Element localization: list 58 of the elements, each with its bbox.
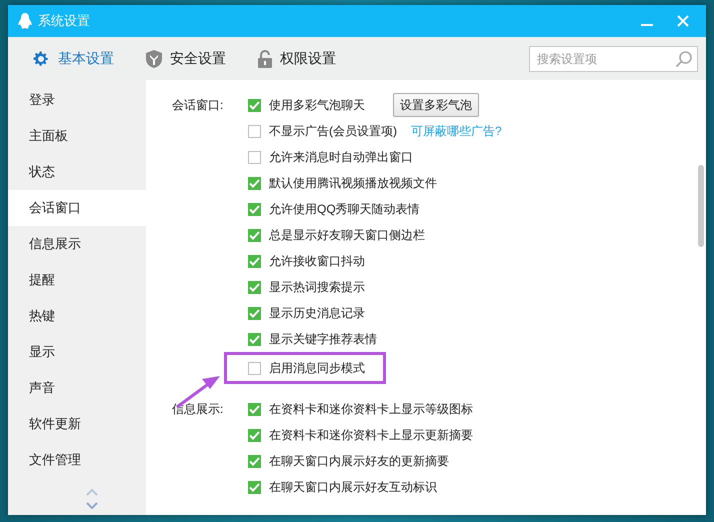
sidebar-item[interactable]: 热键 xyxy=(8,298,146,334)
sidebar-item[interactable]: 信息展示 xyxy=(8,226,146,262)
minimize-icon xyxy=(641,24,653,26)
checkbox-label: 显示热词搜索提示 xyxy=(269,278,365,296)
checkbox[interactable] xyxy=(248,228,261,242)
checkbox-label: 在资料卡和迷你资料卡上显示更新摘要 xyxy=(269,426,473,444)
sidebar-item[interactable]: 会话窗口 xyxy=(8,190,146,226)
sidebar-item[interactable]: 主面板 xyxy=(8,118,146,154)
checkbox[interactable] xyxy=(248,402,261,416)
sidebar-item[interactable]: 文件管理 xyxy=(8,442,146,478)
checkbox[interactable] xyxy=(248,362,261,374)
checkbox[interactable] xyxy=(248,306,261,320)
checkbox[interactable] xyxy=(248,150,261,164)
checkbox[interactable] xyxy=(248,280,261,294)
checkbox[interactable] xyxy=(248,332,261,346)
shield-icon xyxy=(146,50,162,68)
checkbox[interactable] xyxy=(248,454,261,468)
tab[interactable]: 权限设置 xyxy=(252,44,342,74)
sidebar-item[interactable]: 软件更新 xyxy=(8,406,146,442)
sidebar-item[interactable]: 提醒 xyxy=(8,262,146,298)
sidebar-item[interactable]: 登录 xyxy=(8,82,146,118)
checkbox-label: 在资料卡和迷你资料卡上显示等级图标 xyxy=(269,400,473,418)
bubble-settings-button[interactable]: 设置多彩气泡 xyxy=(393,93,479,117)
window-title: 系统设置 xyxy=(38,12,91,30)
checkbox[interactable] xyxy=(248,480,261,494)
checkbox[interactable] xyxy=(248,124,261,138)
checkbox-label: 不显示广告(会员设置项) xyxy=(269,122,397,140)
search-field[interactable]: 搜索设置项 xyxy=(529,46,698,72)
sidebar-item[interactable]: 声音 xyxy=(8,370,146,406)
checkbox[interactable] xyxy=(248,202,261,216)
checkbox-label: 允许接收窗口抖动 xyxy=(269,252,365,270)
sidebar-item[interactable]: 显示 xyxy=(8,334,146,370)
scrollbar-thumb[interactable] xyxy=(698,165,704,247)
checkbox-label: 启用消息同步模式 xyxy=(269,360,365,376)
checkbox-label: 允许使用QQ秀聊天随动表情 xyxy=(269,200,420,218)
checkbox-label: 使用多彩气泡聊天 xyxy=(269,96,365,114)
tab[interactable]: 基本设置 xyxy=(26,44,120,74)
tab[interactable]: 安全设置 xyxy=(140,44,232,74)
checkbox-label: 默认使用腾讯视频播放视频文件 xyxy=(269,174,437,192)
penguin-icon xyxy=(18,13,32,29)
checkbox[interactable] xyxy=(248,176,261,190)
search-icon[interactable] xyxy=(675,50,693,68)
checkbox-label: 允许来消息时自动弹出窗口 xyxy=(269,148,413,166)
checkbox[interactable] xyxy=(248,428,261,442)
scroll-down-icon[interactable] xyxy=(86,502,98,509)
checkbox-label: 显示关键字推荐表情 xyxy=(269,330,377,348)
close-icon xyxy=(677,15,689,27)
settings-icon xyxy=(32,50,50,68)
lock-icon xyxy=(258,50,272,68)
checkbox[interactable] xyxy=(248,254,261,268)
checkbox-label: 总是显示好友聊天窗口侧边栏 xyxy=(269,226,425,244)
checkbox-label: 在聊天窗口内展示好友互动标识 xyxy=(269,478,437,496)
section-label: 会话窗口: xyxy=(172,97,224,114)
checkbox[interactable] xyxy=(248,98,261,112)
checkbox-label: 显示历史消息记录 xyxy=(269,304,365,322)
scroll-up-icon[interactable] xyxy=(86,489,98,496)
checkbox-label: 在聊天窗口内展示好友的更新摘要 xyxy=(269,452,449,470)
sidebar-item[interactable]: 状态 xyxy=(8,154,146,190)
